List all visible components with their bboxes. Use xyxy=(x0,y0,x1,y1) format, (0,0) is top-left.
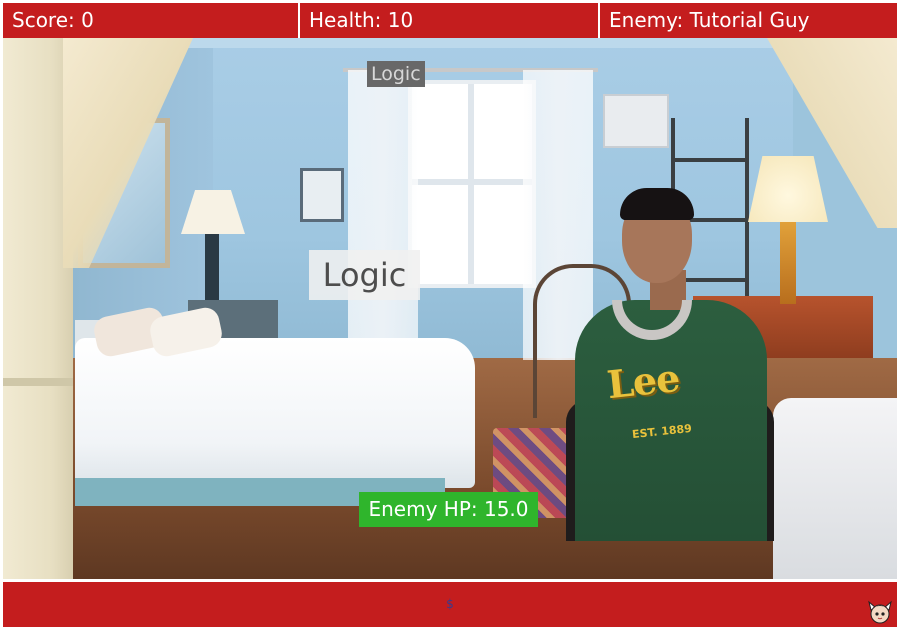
bottom-bar-text: $ xyxy=(446,597,454,611)
doorframe-shelf xyxy=(3,378,73,386)
bottom-bar: $ xyxy=(3,580,897,627)
enemy-hair xyxy=(620,188,694,220)
air-conditioner xyxy=(603,94,669,148)
shirt-logo: Lee xyxy=(604,354,682,408)
lamp-left-base xyxy=(205,234,219,304)
health-display: Health: 10 xyxy=(298,3,598,38)
window xyxy=(408,80,536,288)
enemy-hp-display: Enemy HP: 15.0 xyxy=(359,492,538,527)
ceiling xyxy=(173,38,793,48)
logic-label-small: Logic xyxy=(367,61,425,87)
sofa xyxy=(773,398,897,579)
enemy-name-display: Enemy: Tutorial Guy xyxy=(598,3,897,38)
score-display: Score: 0 xyxy=(12,8,94,32)
top-hud: Score: 0 Health: 10 Enemy: Tutorial Guy xyxy=(3,3,897,38)
doorframe-left xyxy=(3,38,73,579)
bed xyxy=(75,338,475,488)
mascot-icon[interactable] xyxy=(865,596,895,626)
enemy-shirt xyxy=(575,300,767,541)
lamp-right-base xyxy=(780,222,796,304)
wall-picture xyxy=(300,168,344,222)
sheer-curtain-left xyxy=(348,70,418,360)
game-window: Score: 0 Health: 10 Enemy: Tutorial Guy xyxy=(0,0,897,627)
logic-label-large[interactable]: Logic xyxy=(309,250,420,300)
